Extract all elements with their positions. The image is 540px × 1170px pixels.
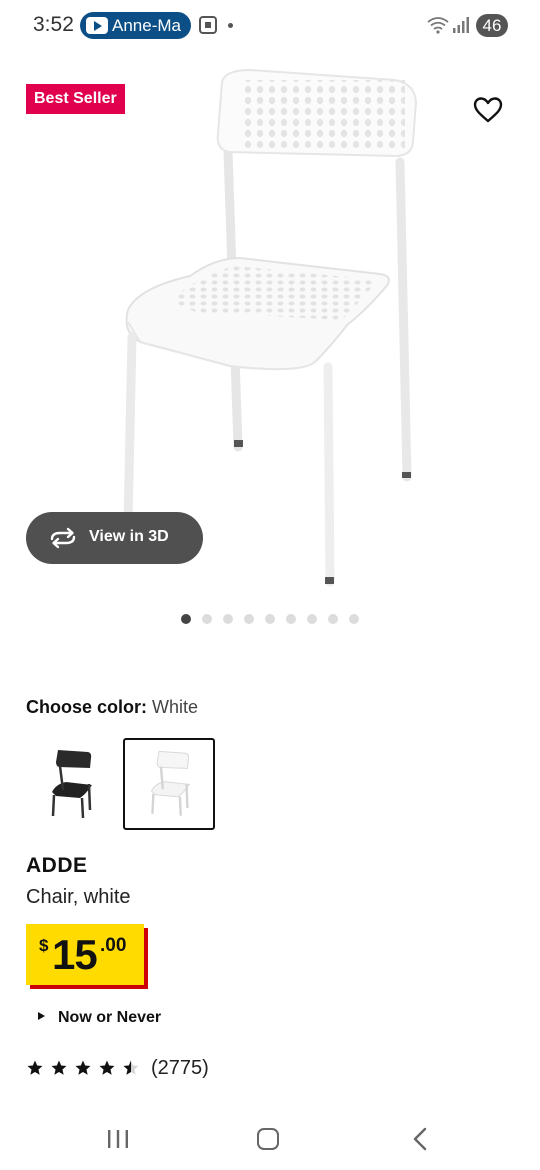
- star-full-icon: [27, 1060, 43, 1075]
- product-description: Chair, white: [26, 886, 131, 908]
- carousel-dot[interactable]: [328, 614, 338, 624]
- carousel-dot[interactable]: [286, 614, 296, 624]
- status-time: 3:52: [33, 13, 74, 36]
- star-full-icon: [99, 1060, 115, 1075]
- carousel-dot[interactable]: [202, 614, 212, 624]
- star-half-icon: [123, 1060, 139, 1075]
- price-decimal: .00: [100, 935, 127, 956]
- back-icon[interactable]: [410, 1127, 430, 1151]
- screenshot-icon: [199, 16, 217, 34]
- chair-thumbnail-black: [51, 750, 92, 819]
- review-count[interactable]: (2775): [151, 1057, 209, 1080]
- star-full-icon: [75, 1060, 91, 1075]
- price-tag: $ 15 .00: [26, 924, 144, 985]
- notification-dot-icon: [228, 23, 233, 28]
- carousel-dot[interactable]: [181, 614, 191, 624]
- media-pill[interactable]: Anne-Ma: [80, 12, 191, 39]
- selected-color-value: White: [152, 697, 199, 717]
- system-nav-bar: [0, 1110, 540, 1170]
- price-currency: $: [39, 936, 49, 955]
- carousel-dot[interactable]: [349, 614, 359, 624]
- carousel-dot[interactable]: [307, 614, 317, 624]
- view-in-3d-label: View in 3D: [89, 528, 169, 545]
- battery-indicator: 46: [476, 14, 508, 37]
- star-full-icon: [51, 1060, 67, 1075]
- choose-color-label: Choose color:: [26, 697, 148, 717]
- color-swatch-black[interactable]: [26, 738, 118, 830]
- now-or-never-label: Now or Never: [58, 1009, 162, 1026]
- carousel-dot[interactable]: [244, 614, 254, 624]
- home-icon[interactable]: [257, 1128, 279, 1150]
- recent-apps-icon[interactable]: [107, 1129, 129, 1149]
- color-swatch-white[interactable]: [123, 738, 215, 830]
- media-pill-label: Anne-Ma: [112, 16, 181, 35]
- chair-thumbnail-white: [150, 750, 191, 816]
- carousel-dot[interactable]: [265, 614, 275, 624]
- carousel-dot[interactable]: [223, 614, 233, 624]
- image-carousel-indicator[interactable]: [181, 614, 359, 624]
- now-or-never-link[interactable]: Now or Never: [38, 1009, 161, 1027]
- youtube-icon: [86, 17, 108, 34]
- price-integer: 15: [52, 931, 98, 978]
- wifi-icon: [427, 17, 449, 34]
- favorite-heart-icon[interactable]: [470, 92, 506, 128]
- signal-icon: [453, 17, 469, 33]
- view-in-3d-button[interactable]: View in 3D: [26, 512, 203, 564]
- product-name: ADDE: [26, 854, 88, 877]
- triangle-right-icon: [38, 1012, 45, 1020]
- rotate-3d-icon: [50, 527, 76, 549]
- choose-color-heading: Choose color: White: [26, 697, 198, 718]
- status-bar: 3:52 Anne-Ma 46: [0, 0, 540, 52]
